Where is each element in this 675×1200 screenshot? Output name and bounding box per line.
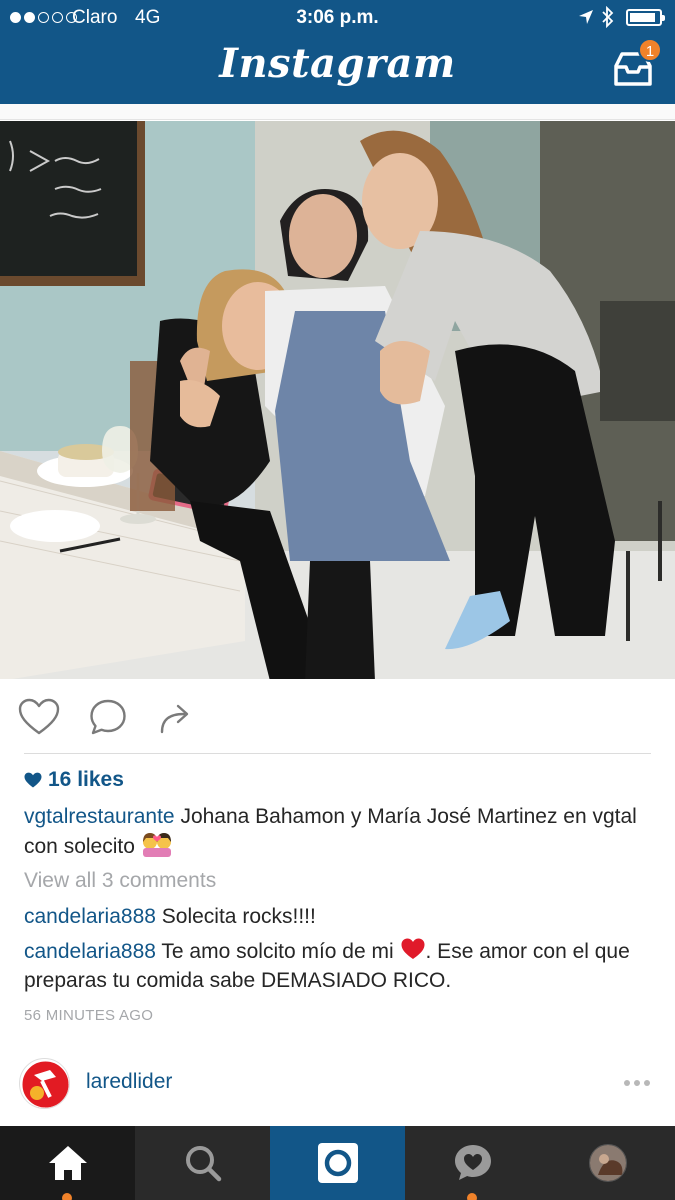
more-dot-icon [634, 1080, 640, 1086]
battery-icon [626, 9, 665, 26]
tab-profile[interactable] [540, 1126, 675, 1200]
profile-photo-icon [589, 1145, 626, 1181]
share-arrow-icon[interactable] [154, 696, 198, 740]
more-options-button[interactable] [624, 1078, 654, 1088]
likes-count[interactable]: 16 likes [24, 768, 124, 792]
more-dot-icon [624, 1080, 630, 1086]
location-arrow-icon [579, 10, 593, 24]
tab-search[interactable] [135, 1126, 270, 1200]
more-dot-icon [644, 1080, 650, 1086]
women-heart-emoji-icon [142, 833, 171, 857]
tab-activity[interactable] [405, 1126, 540, 1200]
heart-filled-icon [24, 772, 42, 788]
speech-bubble-icon[interactable] [86, 696, 130, 740]
likes-label: 16 likes [48, 768, 124, 791]
bottom-tab-bar [0, 1126, 675, 1200]
home-icon [48, 1146, 87, 1180]
camera-icon [317, 1143, 358, 1183]
comment-2-username[interactable]: candelaria888 [24, 940, 156, 963]
view-all-comments-link[interactable]: View all 3 comments [24, 869, 216, 893]
status-time: 3:06 p.m. [296, 7, 379, 28]
profile-avatar [588, 1144, 627, 1182]
tab-home[interactable] [0, 1126, 135, 1200]
post-caption: vgtalrestaurante Johana Bahamon y María … [24, 802, 654, 861]
bluetooth-icon [602, 6, 614, 28]
status-bar: Claro 4G 3:06 p.m. [0, 0, 675, 36]
activity-notification-dot [467, 1193, 477, 1200]
feed-top-spacer [0, 104, 675, 120]
home-activity-dot [62, 1193, 72, 1200]
comment-1-username[interactable]: candelaria888 [24, 905, 156, 928]
top-bar: Claro 4G 3:06 p.m. Instagram 1 [0, 0, 675, 104]
comment-1-text: Solecita rocks!!!! [161, 905, 316, 928]
post-photo[interactable] [0, 121, 675, 679]
red-heart-emoji-icon [401, 938, 425, 959]
actions-divider [24, 753, 651, 754]
tab-camera[interactable] [270, 1126, 405, 1200]
comment-2: candelaria888 Te amo solcito mío de mi .… [24, 937, 654, 995]
post-timestamp: 56 MINUTES AGO [24, 1007, 154, 1024]
photo-illustration [0, 121, 675, 679]
post-actions [0, 690, 675, 746]
search-icon [185, 1146, 221, 1182]
app-title: Instagram [219, 40, 456, 87]
inbox-badge: 1 [638, 38, 662, 62]
laredlider-logo-icon [20, 1059, 69, 1108]
battery-level [630, 13, 655, 22]
caption-username[interactable]: vgtalrestaurante [24, 805, 175, 828]
comment-2-text-start: Te amo solcito mío de mi [161, 940, 394, 963]
activity-heart-bubble-icon [454, 1145, 491, 1180]
comment-1: candelaria888 Solecita rocks!!!! [24, 902, 654, 931]
next-post-username[interactable]: laredlider [86, 1070, 172, 1094]
next-post-avatar[interactable] [19, 1058, 70, 1109]
heart-outline-icon[interactable] [17, 696, 61, 740]
